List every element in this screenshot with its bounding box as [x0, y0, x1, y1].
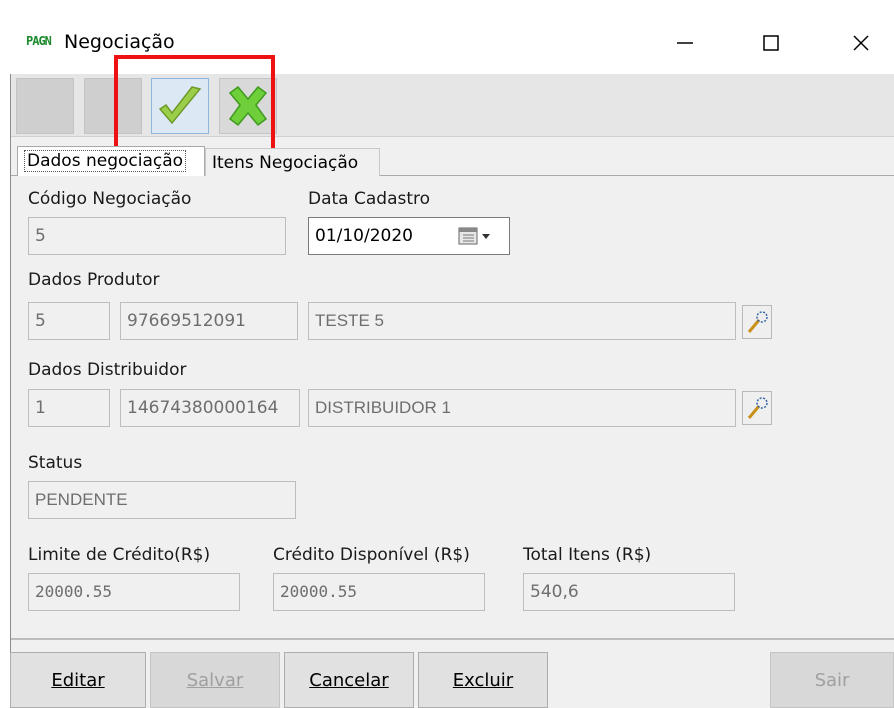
excluir-label: Excluir — [452, 669, 514, 691]
tab-dados-negociacao[interactable]: Dados negociação — [17, 146, 205, 176]
credito-label: Crédito Disponível (R$) — [273, 545, 470, 565]
produtor-code-field[interactable]: 5 — [28, 302, 110, 340]
status-field[interactable]: PENDENTE — [28, 481, 296, 519]
distribuidor-label: Dados Distribuidor — [28, 360, 187, 380]
data-cadastro-label: Data Cadastro — [308, 189, 431, 209]
salvar-label: Salvar — [186, 669, 244, 691]
codigo-field[interactable]: 5 — [28, 217, 286, 255]
window-title: Negociação — [64, 31, 175, 53]
highlight-box — [114, 55, 275, 157]
produtor-doc-field[interactable]: 97669512091 — [120, 302, 298, 340]
search-pick-icon — [747, 397, 768, 419]
maximize-icon — [763, 35, 779, 51]
cancelar-button[interactable]: Cancelar — [284, 652, 414, 708]
credito-field[interactable]: 20000.55 — [273, 573, 485, 611]
tab-itens-negociacao[interactable]: Itens Negociação — [205, 148, 380, 176]
distribuidor-name-field[interactable]: DISTRIBUIDOR 1 — [308, 389, 736, 427]
maximize-button[interactable] — [748, 24, 794, 62]
codigo-label: Código Negociação — [28, 189, 192, 209]
calendar-dropdown-button[interactable] — [458, 226, 498, 246]
salvar-button[interactable]: Salvar — [150, 652, 280, 708]
toolbar-button-1[interactable] — [16, 78, 74, 134]
separator — [11, 638, 894, 640]
search-pick-icon — [747, 311, 768, 333]
editar-label: Editar — [51, 669, 105, 691]
close-button[interactable] — [838, 24, 884, 62]
tab-label: Itens Negociação — [212, 153, 359, 173]
minimize-icon — [677, 42, 693, 44]
limite-label: Limite de Crédito(R$) — [28, 545, 211, 565]
distribuidor-doc-field[interactable]: 14674380000164 — [120, 389, 300, 427]
excluir-button[interactable]: Excluir — [418, 652, 548, 708]
calendar-icon — [458, 227, 490, 245]
distribuidor-code-field[interactable]: 1 — [28, 389, 110, 427]
sair-label: Sair — [814, 669, 850, 691]
distribuidor-search-button[interactable] — [742, 391, 772, 425]
status-label: Status — [28, 453, 83, 473]
data-cadastro-value: 01/10/2020 — [315, 226, 413, 246]
produtor-label: Dados Produtor — [28, 270, 160, 290]
close-icon — [853, 35, 869, 51]
produtor-name-field[interactable]: TESTE 5 — [308, 302, 736, 340]
app-logo: PAGN — [26, 34, 52, 48]
cancelar-label: Cancelar — [309, 669, 389, 691]
limite-field[interactable]: 20000.55 — [28, 573, 240, 611]
produtor-search-button[interactable] — [742, 305, 772, 339]
editar-button[interactable]: Editar — [10, 652, 146, 708]
total-label: Total Itens (R$) — [523, 545, 652, 565]
tab-label: Dados negociação — [24, 150, 187, 172]
total-field[interactable]: 540,6 — [523, 573, 735, 611]
minimize-button[interactable] — [662, 24, 708, 62]
sair-button[interactable]: Sair — [770, 652, 894, 708]
